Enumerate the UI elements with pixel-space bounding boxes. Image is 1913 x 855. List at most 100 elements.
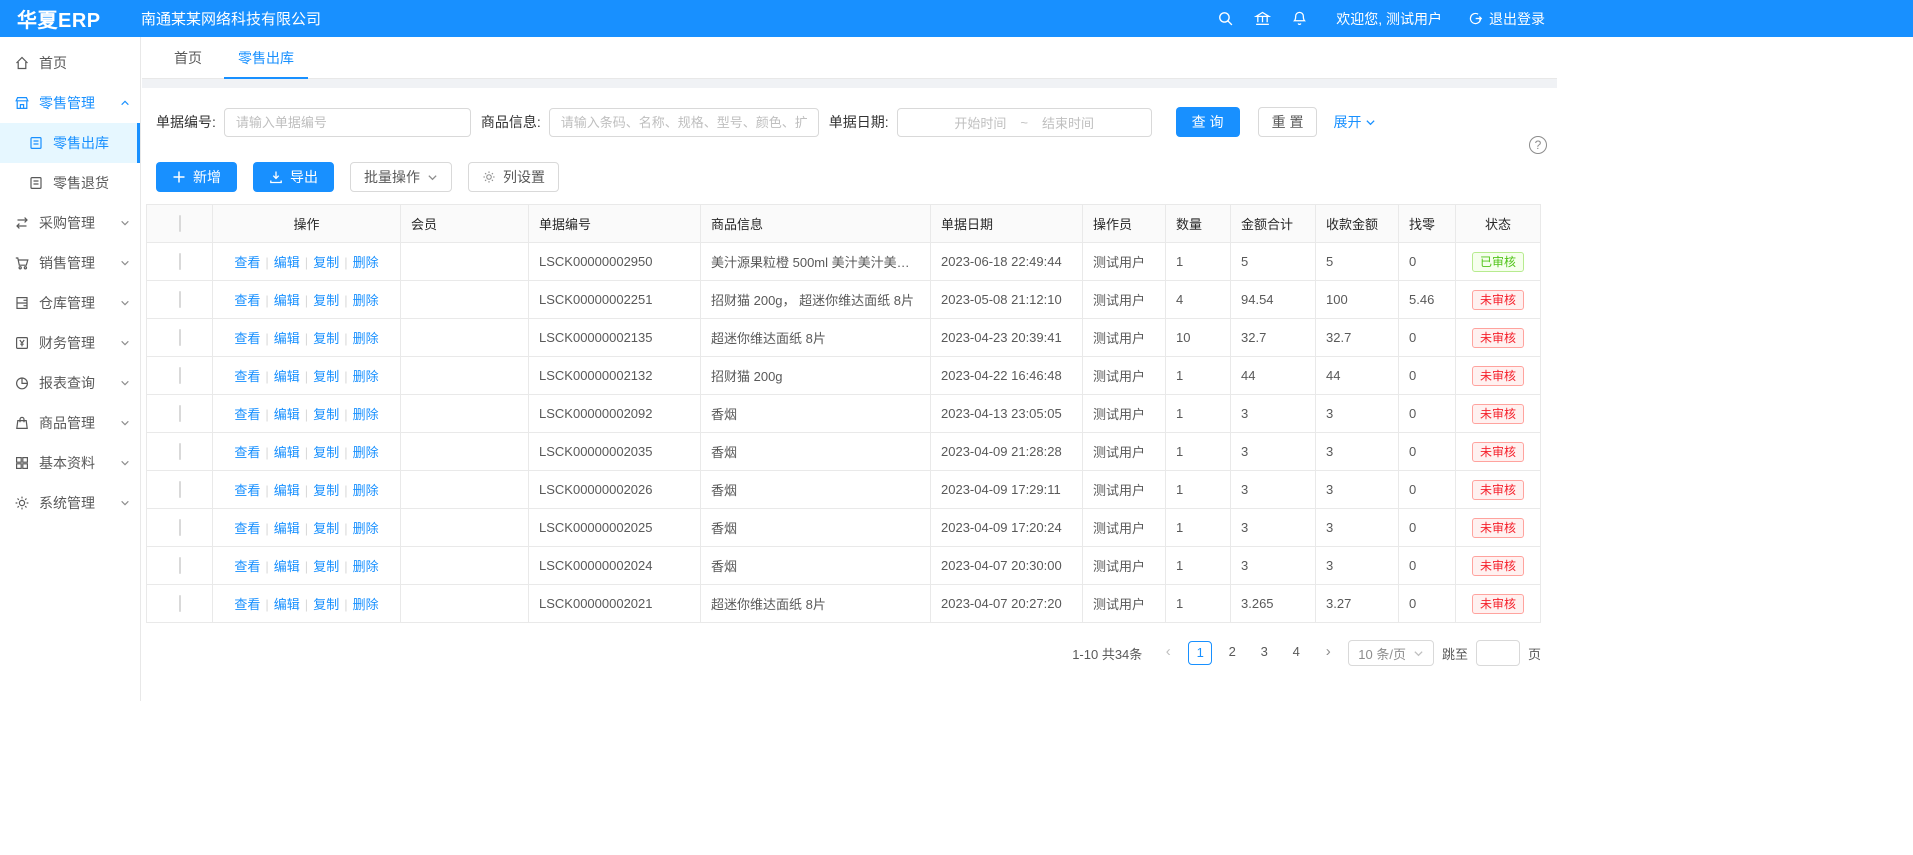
row-checkbox[interactable] [179, 481, 181, 498]
page-button-1[interactable]: 1 [1188, 641, 1212, 665]
row-checkbox[interactable] [179, 291, 181, 308]
view-link[interactable]: 查看 [234, 445, 260, 460]
delete-link[interactable]: 删除 [353, 559, 379, 574]
edit-link[interactable]: 编辑 [274, 369, 300, 384]
edit-link[interactable]: 编辑 [274, 255, 300, 270]
page-button-4[interactable]: 4 [1284, 641, 1308, 665]
row-checkbox[interactable] [179, 367, 181, 384]
search-button[interactable]: 查 询 [1176, 107, 1240, 137]
batch-operations-button[interactable]: 批量操作 [350, 162, 452, 192]
page-size-select[interactable]: 10 条/页 [1348, 640, 1434, 666]
delete-link[interactable]: 删除 [353, 483, 379, 498]
cell-order-no: LSCK00000002132 [529, 357, 701, 395]
cell-received: 3 [1316, 509, 1399, 547]
tab-1[interactable]: 零售出库 [220, 37, 312, 78]
select-all-checkbox[interactable] [179, 215, 181, 232]
reset-button[interactable]: 重 置 [1258, 107, 1318, 137]
row-checkbox[interactable] [179, 253, 181, 270]
copy-link[interactable]: 复制 [313, 407, 339, 422]
sidebar-subitem-1-0[interactable]: 零售出库 [0, 123, 140, 163]
notification-bell-icon[interactable] [1291, 10, 1308, 27]
tab-0[interactable]: 首页 [156, 37, 220, 78]
copy-link[interactable]: 复制 [313, 331, 339, 346]
next-page-button[interactable]: › [1316, 641, 1340, 665]
row-checkbox[interactable] [179, 595, 181, 612]
copy-link[interactable]: 复制 [313, 559, 339, 574]
sidebar-item-group-6[interactable]: 报表查询 [0, 363, 140, 403]
delete-link[interactable]: 删除 [353, 521, 379, 536]
row-checkbox[interactable] [179, 329, 181, 346]
cell-qty: 10 [1166, 319, 1231, 357]
view-link[interactable]: 查看 [234, 293, 260, 308]
delete-link[interactable]: 删除 [353, 407, 379, 422]
sidebar-item-group-7[interactable]: 商品管理 [0, 403, 140, 443]
page-button-3[interactable]: 3 [1252, 641, 1276, 665]
view-link[interactable]: 查看 [234, 483, 260, 498]
row-checkbox[interactable] [179, 557, 181, 574]
page-button-2[interactable]: 2 [1220, 641, 1244, 665]
sidebar-item-label: 零售管理 [39, 93, 95, 113]
sidebar-item-group-5[interactable]: 财务管理 [0, 323, 140, 363]
status-badge: 未审核 [1472, 366, 1524, 386]
help-icon[interactable]: ? [1529, 136, 1547, 154]
sidebar-item-group-8[interactable]: 基本资料 [0, 443, 140, 483]
jump-page-input[interactable] [1476, 640, 1520, 666]
sidebar-item-group-3[interactable]: 销售管理 [0, 243, 140, 283]
sidebar-item-group-2[interactable]: 采购管理 [0, 203, 140, 243]
view-link[interactable]: 查看 [234, 407, 260, 422]
chevron-down-icon [120, 258, 130, 268]
row-checkbox[interactable] [179, 405, 181, 422]
view-link[interactable]: 查看 [234, 597, 260, 612]
expand-filters-link[interactable]: 展开 [1333, 112, 1376, 132]
copy-link[interactable]: 复制 [313, 483, 339, 498]
column-settings-button[interactable]: 列设置 [468, 162, 559, 192]
edit-link[interactable]: 编辑 [274, 483, 300, 498]
delete-link[interactable]: 删除 [353, 331, 379, 346]
view-link[interactable]: 查看 [234, 255, 260, 270]
copy-link[interactable]: 复制 [313, 445, 339, 460]
cell-member [401, 395, 529, 433]
row-actions-cell: 查看|编辑|复制|删除 [213, 585, 401, 623]
copy-link[interactable]: 复制 [313, 369, 339, 384]
delete-link[interactable]: 删除 [353, 293, 379, 308]
goods-info-input[interactable] [549, 108, 819, 137]
copy-link[interactable]: 复制 [313, 293, 339, 308]
topbar-right: 欢迎您, 测试用户 退出登录 [1217, 0, 1545, 37]
edit-link[interactable]: 编辑 [274, 407, 300, 422]
cell-goods: 香烟 [701, 471, 931, 509]
sidebar-item-group-9[interactable]: 系统管理 [0, 483, 140, 523]
logout-button[interactable]: 退出登录 [1468, 9, 1545, 29]
view-link[interactable]: 查看 [234, 521, 260, 536]
add-button[interactable]: 新增 [156, 162, 237, 192]
edit-link[interactable]: 编辑 [274, 331, 300, 346]
edit-link[interactable]: 编辑 [274, 445, 300, 460]
delete-link[interactable]: 删除 [353, 445, 379, 460]
sidebar-item-home[interactable]: 首页 [0, 43, 140, 83]
cell-total: 3 [1231, 471, 1316, 509]
edit-link[interactable]: 编辑 [274, 597, 300, 612]
prev-page-button[interactable]: ‹ [1156, 641, 1180, 665]
row-checkbox[interactable] [179, 443, 181, 460]
bank-icon[interactable] [1254, 10, 1271, 27]
sidebar-subitem-1-1[interactable]: 零售退货 [0, 163, 140, 203]
row-checkbox[interactable] [179, 519, 181, 536]
copy-link[interactable]: 复制 [313, 597, 339, 612]
search-icon[interactable] [1217, 10, 1234, 27]
view-link[interactable]: 查看 [234, 369, 260, 384]
edit-link[interactable]: 编辑 [274, 521, 300, 536]
delete-link[interactable]: 删除 [353, 597, 379, 612]
chevron-down-icon [120, 298, 130, 308]
delete-link[interactable]: 删除 [353, 255, 379, 270]
view-link[interactable]: 查看 [234, 331, 260, 346]
view-link[interactable]: 查看 [234, 559, 260, 574]
copy-link[interactable]: 复制 [313, 255, 339, 270]
order-no-input[interactable] [224, 108, 471, 137]
copy-link[interactable]: 复制 [313, 521, 339, 536]
sidebar-item-group-4[interactable]: 仓库管理 [0, 283, 140, 323]
edit-link[interactable]: 编辑 [274, 559, 300, 574]
date-range-picker[interactable]: 开始时间 ~ 结束时间 [897, 108, 1152, 137]
export-button[interactable]: 导出 [253, 162, 334, 192]
edit-link[interactable]: 编辑 [274, 293, 300, 308]
sidebar-item-group-1[interactable]: 零售管理 [0, 83, 140, 123]
delete-link[interactable]: 删除 [353, 369, 379, 384]
